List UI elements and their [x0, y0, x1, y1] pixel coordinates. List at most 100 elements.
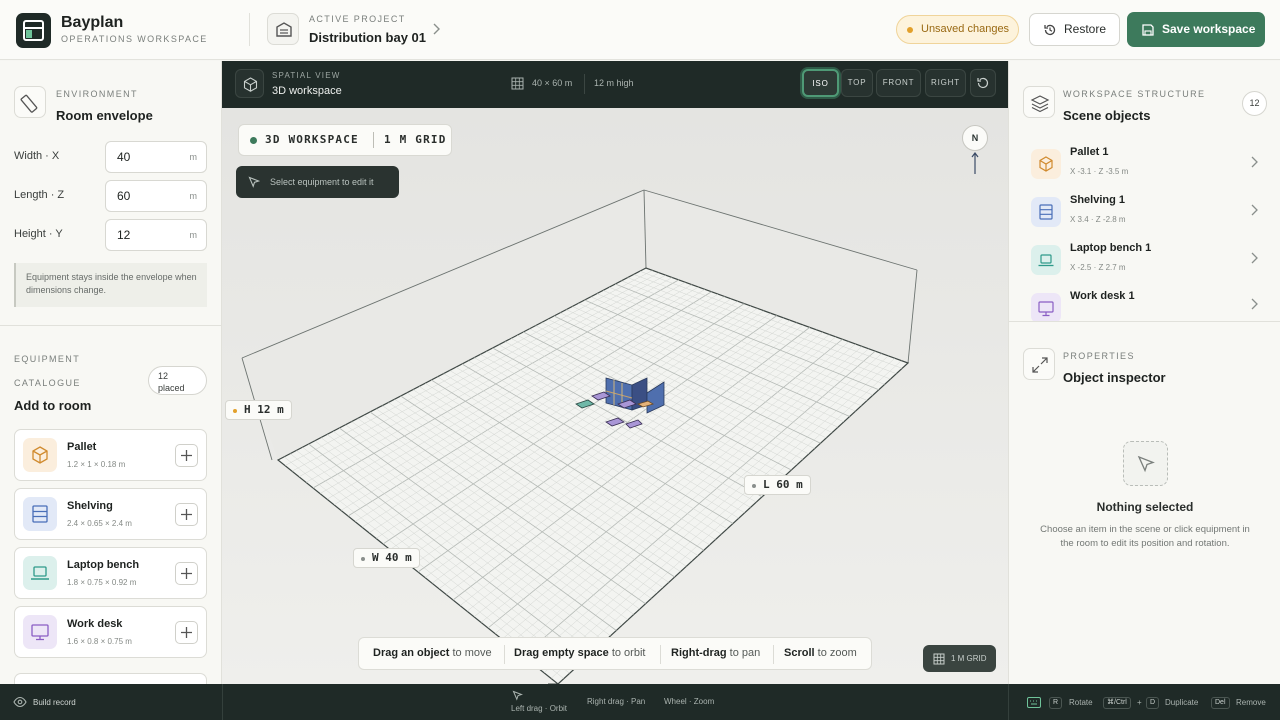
envelope-note: Equipment stays inside the envelope when… [14, 263, 207, 307]
scene-object-laptop-bench-1[interactable]: Laptop bench 1 X -2.5 · Z 2.7 m [1023, 239, 1267, 283]
hint-move: Drag an object to move [373, 647, 492, 659]
equipment-label: EQUIPMENT [14, 354, 81, 364]
placed-count-badge: 12 placed [148, 366, 207, 395]
save-workspace-button[interactable]: Save workspace [1127, 12, 1265, 47]
placed-label: placed [158, 383, 185, 393]
item-dims: 1.6 × 0.8 × 0.75 m [67, 637, 132, 646]
viewport-toolbar: SPATIAL VIEW 3D workspace 40 × 60 m 12 m… [222, 61, 1008, 108]
grid-icon [933, 653, 945, 665]
length-label: Length · Z [14, 189, 65, 201]
laptop-icon [1031, 245, 1061, 275]
3d-viewport[interactable]: SPATIAL VIEW 3D workspace 40 × 60 m 12 m… [222, 61, 1008, 684]
bayplan-logo-icon [16, 13, 51, 48]
cursor-pointer-icon [1123, 441, 1168, 486]
compass-north[interactable]: N [962, 125, 988, 151]
plus-icon [181, 509, 192, 520]
object-coords: X -2.5 · Z 2.7 m [1070, 263, 1126, 272]
scene-object-pallet-1[interactable]: Pallet 1 X -3.1 · Z -3.5 m [1023, 143, 1267, 187]
object-count-badge: 12 [1242, 91, 1267, 116]
key-r: R [1049, 697, 1063, 709]
shelving-icon [1031, 197, 1061, 227]
add-to-room-title: Add to room [14, 398, 92, 413]
chip-mode: 3D WORKSPACE [265, 133, 359, 146]
catalogue-label: CATALOGUE [14, 378, 81, 388]
catalogue-item-pallet[interactable]: Pallet 1.2 × 1 × 0.18 m [14, 429, 207, 481]
select-tooltip: Select equipment to edit it [236, 166, 399, 198]
object-name: Pallet 1 [1070, 146, 1109, 158]
height-input[interactable]: 12 m [105, 219, 207, 251]
catalogue-item-laptop-bench[interactable]: Laptop bench 1.8 × 0.75 × 0.92 m [14, 547, 207, 599]
ruler-icon [14, 86, 46, 118]
footer-divider [222, 684, 223, 720]
width-tag: W 40 m [353, 548, 420, 568]
scene-object-shelving-1[interactable]: Shelving 1 X 3.4 · Z -2.8 m [1023, 191, 1267, 235]
add-laptop-bench-button[interactable] [175, 562, 198, 585]
restore-button[interactable]: Restore [1029, 13, 1120, 46]
width-value: 40 [117, 150, 131, 164]
cursor-icon [248, 176, 260, 188]
width-label: Width · X [14, 150, 60, 162]
item-name: Laptop bench [67, 559, 140, 571]
app-header: Bayplan OPERATIONS WORKSPACE ACTIVE PROJ… [0, 0, 1280, 60]
project-label: ACTIVE PROJECT [309, 14, 406, 24]
save-icon [1142, 24, 1154, 36]
grid-toggle-button[interactable]: 1 M GRID [923, 645, 996, 672]
right-panel: WORKSPACE STRUCTURE Scene objects 12 Pal… [1008, 61, 1280, 684]
brand-name: Bayplan [61, 14, 124, 31]
project-name[interactable]: Distribution bay 01 [309, 30, 426, 45]
view-front-button[interactable]: FRONT [876, 69, 921, 97]
eye-icon [13, 696, 27, 708]
orbit-hint: Left drag · Orbit [511, 704, 568, 713]
length-input[interactable]: 60 m [105, 180, 207, 212]
width-input[interactable]: 40 m [105, 141, 207, 173]
add-pallet-button[interactable] [175, 444, 198, 467]
item-name: Shelving [67, 500, 113, 512]
view-iso-button[interactable]: ISO [802, 69, 839, 97]
length-tag: L 60 m [744, 475, 811, 495]
scene-object-work-desk-1[interactable]: Work desk 1 [1023, 287, 1267, 321]
view-right-button[interactable]: RIGHT [925, 69, 966, 97]
toolbar-divider [584, 74, 585, 94]
pallet-box-icon [1031, 149, 1061, 179]
catalogue-item-work-desk[interactable]: Work desk 1.6 × 0.8 × 0.75 m [14, 606, 207, 658]
height-label: Height · Y [14, 228, 63, 240]
build-record-button[interactable]: Build record [33, 698, 76, 707]
placed-count: 12 [158, 371, 169, 381]
restore-icon [1044, 24, 1056, 36]
width-tag-text: W 40 m [372, 551, 412, 564]
reset-view-button[interactable] [970, 69, 996, 97]
item-dims: 2.4 × 0.65 × 2.4 m [67, 519, 132, 528]
chevron-right-icon[interactable] [431, 22, 441, 41]
resize-arrows-icon [1023, 348, 1055, 380]
object-inspector-title: Object inspector [1063, 370, 1166, 385]
object-name: Laptop bench 1 [1070, 242, 1152, 254]
footer-divider [1008, 684, 1009, 720]
remove-hint: Remove [1236, 698, 1266, 707]
item-name: Work desk [67, 618, 123, 630]
keyboard-icon [1027, 697, 1041, 708]
save-label: Save workspace [1162, 22, 1256, 36]
add-shelving-button[interactable] [175, 503, 198, 526]
key-del: Del [1211, 697, 1230, 709]
item-name: Pallet [67, 441, 97, 453]
pallet-box-icon [23, 438, 57, 472]
add-work-desk-button[interactable] [175, 621, 198, 644]
duplicate-hint: Duplicate [1165, 698, 1199, 707]
catalogue-item-shelving[interactable]: Shelving 2.4 × 0.65 × 2.4 m [14, 488, 207, 540]
panel-divider [1009, 321, 1280, 322]
rotate-hint: Rotate [1069, 698, 1093, 707]
warning-dot-icon [907, 27, 913, 33]
pan-hint: Right drag · Pan [587, 697, 646, 706]
north-arrow-icon [971, 152, 979, 174]
height-tag-text: H 12 m [244, 403, 284, 416]
brand-subtitle: OPERATIONS WORKSPACE [61, 34, 208, 44]
length-tag-text: L 60 m [763, 478, 803, 491]
plus-icon [181, 450, 192, 461]
status-dot-icon [250, 137, 257, 144]
object-name: Shelving 1 [1070, 194, 1126, 206]
width-unit: m [189, 152, 198, 162]
monitor-icon [1031, 293, 1061, 321]
view-top-button[interactable]: TOP [841, 69, 873, 97]
status-footer: Build record Left drag · Orbit Right dra… [0, 684, 1280, 720]
controls-hint-bar: Drag an object to move Drag empty space … [358, 637, 872, 670]
